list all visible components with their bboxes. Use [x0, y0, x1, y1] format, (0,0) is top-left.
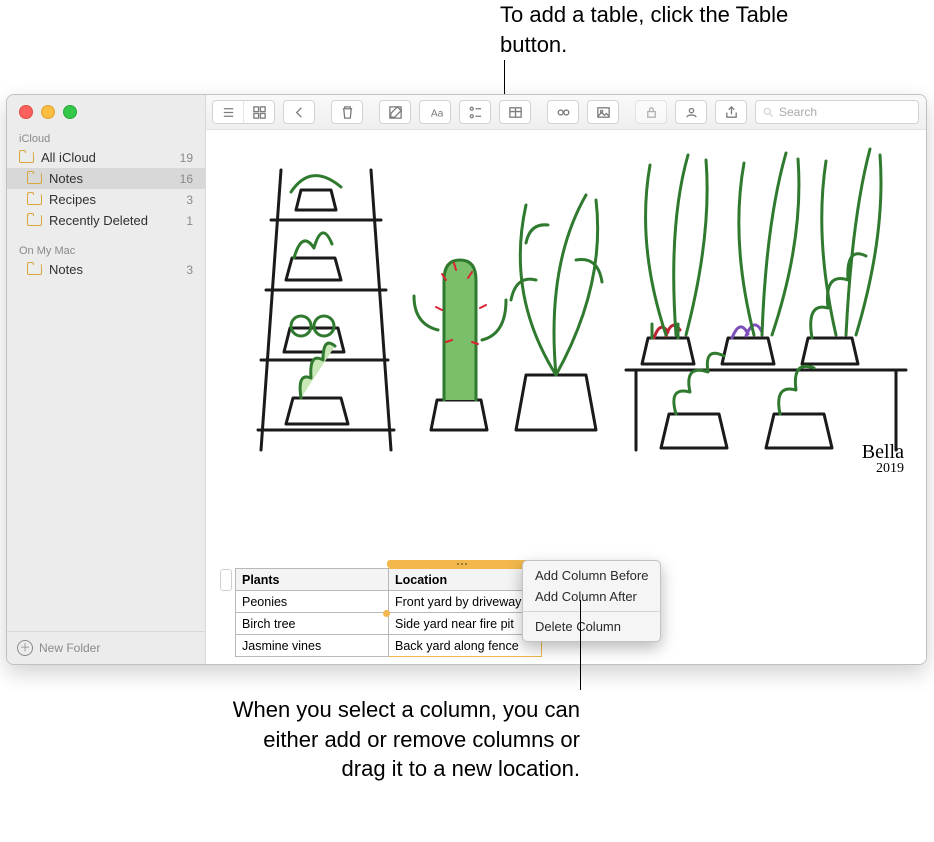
table-icon [508, 105, 523, 120]
back-button[interactable] [283, 100, 315, 124]
link-icon [556, 105, 571, 120]
plus-icon: ＋ [17, 640, 33, 656]
sidebar-section-icloud: iCloud [7, 129, 205, 147]
sidebar-item-count: 19 [180, 151, 193, 165]
table-row[interactable]: Peonies Front yard by driveway [236, 591, 542, 613]
list-icon [221, 105, 236, 120]
table-row-handle[interactable] [220, 569, 232, 591]
signature-year: 2019 [862, 462, 904, 476]
selection-dot-left[interactable] [383, 610, 390, 617]
table-row[interactable]: Jasmine vines Back yard along fence [236, 635, 542, 657]
folder-icon [27, 215, 42, 226]
list-view-button[interactable] [213, 101, 243, 123]
note-table-container: Plants Location Peonies Front yard by dr… [220, 568, 542, 657]
zoom-window-button[interactable] [63, 105, 77, 119]
sidebar-item-recipes[interactable]: Recipes 3 [7, 189, 205, 210]
new-folder-label: New Folder [39, 641, 100, 655]
menu-separator [523, 611, 660, 612]
column-context-menu: Add Column Before Add Column After Delet… [522, 560, 661, 642]
minimize-window-button[interactable] [41, 105, 55, 119]
folder-icon [27, 264, 42, 275]
share-icon [724, 105, 739, 120]
sidebar-item-label: Notes [49, 171, 180, 186]
menu-add-column-before[interactable]: Add Column Before [523, 565, 660, 586]
notes-window: iCloud All iCloud 19 Notes 16 Recipes 3 … [6, 94, 927, 665]
sidebar-section-onmymac: On My Mac [7, 241, 205, 259]
table-cell[interactable]: Birch tree [236, 613, 389, 635]
table-cell[interactable]: Front yard by driveway [389, 591, 542, 613]
window-controls [7, 95, 205, 129]
chevron-left-icon [292, 105, 307, 120]
toolbar: Aa Sear [206, 95, 926, 130]
sidebar-item-notes[interactable]: Notes 16 [7, 168, 205, 189]
grid-icon [252, 105, 267, 120]
sidebar-item-count: 1 [186, 214, 193, 228]
close-window-button[interactable] [19, 105, 33, 119]
callout-bottom-leader [580, 600, 581, 690]
sidebar-item-label: Recently Deleted [49, 213, 186, 228]
table-cell[interactable]: Side yard near fire pit [389, 613, 542, 635]
menu-add-column-after[interactable]: Add Column After [523, 586, 660, 607]
sidebar-item-local-notes[interactable]: Notes 3 [7, 259, 205, 280]
media-button[interactable] [587, 100, 619, 124]
table-cell[interactable]: Back yard along fence [389, 635, 542, 657]
share-button[interactable] [715, 100, 747, 124]
table-column-handle[interactable] [387, 560, 537, 568]
checklist-icon [468, 105, 483, 120]
main-pane: Aa Sear [206, 95, 926, 664]
lock-button[interactable] [635, 100, 667, 124]
folder-icon [27, 173, 42, 184]
note-body[interactable]: Bella 2019 Plants Location [206, 130, 926, 664]
search-placeholder: Search [779, 105, 817, 119]
search-icon [762, 106, 774, 118]
sidebar-item-count: 3 [186, 263, 193, 277]
svg-text:Aa: Aa [430, 108, 442, 119]
table-button[interactable] [499, 100, 531, 124]
compose-icon [388, 105, 403, 120]
search-field[interactable]: Search [755, 100, 919, 124]
lock-icon [644, 105, 659, 120]
signature-name: Bella [862, 441, 904, 463]
table-header-cell[interactable]: Location [389, 569, 542, 591]
sidebar-item-label: All iCloud [41, 150, 180, 165]
sidebar-item-recently-deleted[interactable]: Recently Deleted 1 [7, 210, 205, 231]
new-folder-button[interactable]: ＋ New Folder [7, 631, 205, 664]
text-format-icon: Aa [428, 105, 443, 120]
folder-icon [27, 194, 42, 205]
callout-bottom: When you select a column, you can either… [230, 695, 580, 784]
callout-top: To add a table, click the Table button. [500, 0, 810, 59]
sidebar-item-label: Notes [49, 262, 186, 277]
plants-sketch [206, 130, 926, 480]
link-note-button[interactable] [547, 100, 579, 124]
menu-delete-column[interactable]: Delete Column [523, 616, 660, 637]
format-button[interactable]: Aa [419, 100, 451, 124]
trash-icon [340, 105, 355, 120]
sidebar-item-all-icloud[interactable]: All iCloud 19 [7, 147, 205, 168]
sidebar-item-label: Recipes [49, 192, 186, 207]
sidebar: iCloud All iCloud 19 Notes 16 Recipes 3 … [7, 95, 206, 664]
delete-button[interactable] [331, 100, 363, 124]
view-mode-group [212, 100, 275, 124]
sidebar-item-count: 16 [180, 172, 193, 186]
drawing-signature: Bella 2019 [862, 442, 904, 476]
folder-icon [19, 152, 34, 163]
table-cell[interactable]: Peonies [236, 591, 389, 613]
table-header-cell[interactable]: Plants [236, 569, 389, 591]
sidebar-item-count: 3 [186, 193, 193, 207]
people-icon [684, 105, 699, 120]
new-note-button[interactable] [379, 100, 411, 124]
gallery-view-button[interactable] [243, 101, 274, 123]
photo-icon [596, 105, 611, 120]
checklist-button[interactable] [459, 100, 491, 124]
table-cell[interactable]: Jasmine vines [236, 635, 389, 657]
collaborate-button[interactable] [675, 100, 707, 124]
table-row[interactable]: Plants Location [236, 569, 542, 591]
note-drawing: Bella 2019 [206, 130, 926, 480]
